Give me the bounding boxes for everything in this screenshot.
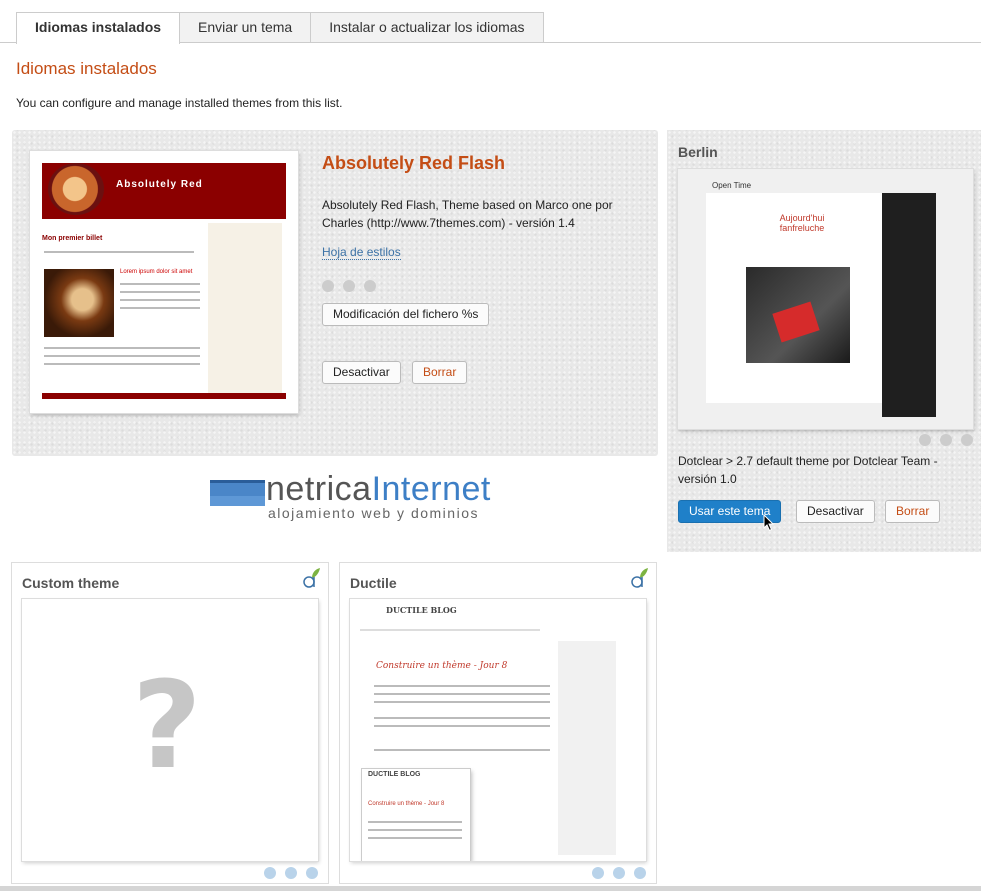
thumb-sidebar (558, 641, 616, 855)
thumb-post-title: Construire un thème - Jour 8 (376, 661, 508, 671)
thumb-text-line (374, 701, 550, 703)
berlin-theme-description: Dotclear > 2.7 default theme por Dotclea… (678, 454, 938, 486)
deactivate-button[interactable]: Desactivar (796, 500, 875, 523)
thumb-text-line (44, 355, 200, 357)
thumb-text-line (368, 837, 462, 839)
thumb-text-line (120, 283, 200, 285)
tab-installed[interactable]: Idiomas instalados (16, 12, 181, 44)
thumb-nav-line (360, 629, 540, 631)
page-intro: You can configure and manage installed t… (16, 96, 343, 110)
thumb-mobile-post-title: Construire un thème - Jour 8 (368, 801, 445, 807)
pager-dot-icon[interactable] (322, 280, 334, 292)
current-theme-thumbnail: Absolutely Red Mon premier billet Lorem … (30, 151, 298, 413)
thumb-text-line (44, 363, 200, 365)
thumb-sidebar (882, 193, 936, 417)
tab-bar: Idiomas instalados Enviar un tema Instal… (16, 12, 544, 44)
thumb-mobile-preview: DUCTILE BLOG Construire un thème - Jour … (362, 769, 470, 861)
dotclear-leaf-icon (631, 568, 648, 588)
thumb-post-image (44, 269, 114, 337)
pager-dot-icon[interactable] (940, 434, 952, 446)
berlin-theme-name: Berlin (678, 144, 718, 160)
delete-button[interactable]: Borrar (412, 361, 468, 384)
mouse-cursor-icon (763, 514, 775, 532)
logo-mark (210, 480, 265, 506)
ductile-theme-thumbnail: DUCTILE BLOG Construire un thème - Jour … (350, 599, 646, 861)
thumb-fruit-image (48, 163, 104, 215)
thumb-brand: Absolutely Red (116, 179, 203, 190)
tab-install-update[interactable]: Instalar o actualizar los idiomas (310, 12, 544, 43)
pager-dot-icon[interactable] (961, 434, 973, 446)
logo-word-internet: Internet (371, 470, 491, 508)
delete-button[interactable]: Borrar (885, 500, 941, 523)
page-bottom-border (0, 886, 981, 891)
thumb-text-line (374, 693, 550, 695)
thumb-text-line (374, 685, 550, 687)
thumb-text-line (44, 347, 200, 349)
thumb-footer (42, 393, 286, 399)
page-title: Idiomas instalados (16, 59, 157, 78)
stylesheet-link[interactable]: Hoja de estilos (322, 245, 401, 260)
pager-dot-icon[interactable] (343, 280, 355, 292)
ductile-theme-pager (592, 867, 646, 879)
ductile-theme-name: Ductile (350, 575, 397, 591)
thumb-text-line (374, 749, 550, 751)
thumb-text-line (120, 299, 200, 301)
dotclear-leaf-icon (303, 568, 320, 588)
thumb-post-title: Aujourd'hui fanfreluche (779, 213, 825, 233)
current-theme-description: Absolutely Red Flash, Theme based on Mar… (322, 198, 613, 230)
thumb-post-title: Mon premier billet (42, 235, 103, 242)
ductile-theme-card: Ductile DUCTILE BLOG Construire un thème… (339, 562, 657, 884)
placeholder-question-mark: ? (132, 657, 202, 796)
custom-theme-thumbnail: ? (22, 599, 318, 861)
berlin-theme-panel: Berlin Open Time Aujourd'hui fanfreluche… (667, 130, 981, 552)
tab-upload-theme[interactable]: Enviar un tema (179, 12, 312, 43)
deactivate-button[interactable]: Desactivar (322, 361, 401, 384)
pager-dot-icon[interactable] (634, 867, 646, 879)
logo-tagline: alojamiento web y dominios (268, 505, 479, 521)
pager-dot-icon[interactable] (264, 867, 276, 879)
berlin-theme-pager (919, 434, 973, 446)
edit-stylesheet-button[interactable]: Modificación del fichero %s (322, 303, 490, 326)
thumb-post-subtitle: Lorem ipsum dolor sit amet (120, 269, 193, 275)
logo-wordmark: netricaInternet (266, 470, 491, 509)
thumb-sidebar (208, 223, 282, 393)
thumb-text-line (368, 821, 462, 823)
current-theme-panel: Absolutely Red Mon premier billet Lorem … (12, 130, 658, 456)
logo-word-netrica: netrica (266, 470, 372, 508)
pager-dot-icon[interactable] (919, 434, 931, 446)
pager-dot-icon[interactable] (592, 867, 604, 879)
berlin-theme-thumbnail: Open Time Aujourd'hui fanfreluche (678, 169, 973, 429)
custom-theme-pager (264, 867, 318, 879)
custom-theme-name: Custom theme (22, 575, 120, 591)
thumb-mobile-brand: DUCTILE BLOG (368, 771, 421, 778)
thumb-text-line (120, 307, 200, 309)
pager-dot-icon[interactable] (306, 867, 318, 879)
thumb-brand: DUCTILE BLOG (386, 605, 457, 615)
thumb-text-line (120, 291, 200, 293)
pager-dot-icon[interactable] (364, 280, 376, 292)
thumb-text-line (44, 251, 194, 253)
thumb-text-line (374, 717, 550, 719)
pager-dot-icon[interactable] (613, 867, 625, 879)
netrica-logo: netricaInternet alojamiento web y domini… (210, 470, 545, 522)
current-theme-name: Absolutely Red Flash (322, 153, 506, 173)
thumb-brand: Open Time (712, 181, 752, 190)
current-theme-pager (322, 280, 376, 292)
pager-dot-icon[interactable] (285, 867, 297, 879)
custom-theme-card: Custom theme ? (11, 562, 329, 884)
thumb-text-line (374, 725, 550, 727)
thumb-text-line (368, 829, 462, 831)
